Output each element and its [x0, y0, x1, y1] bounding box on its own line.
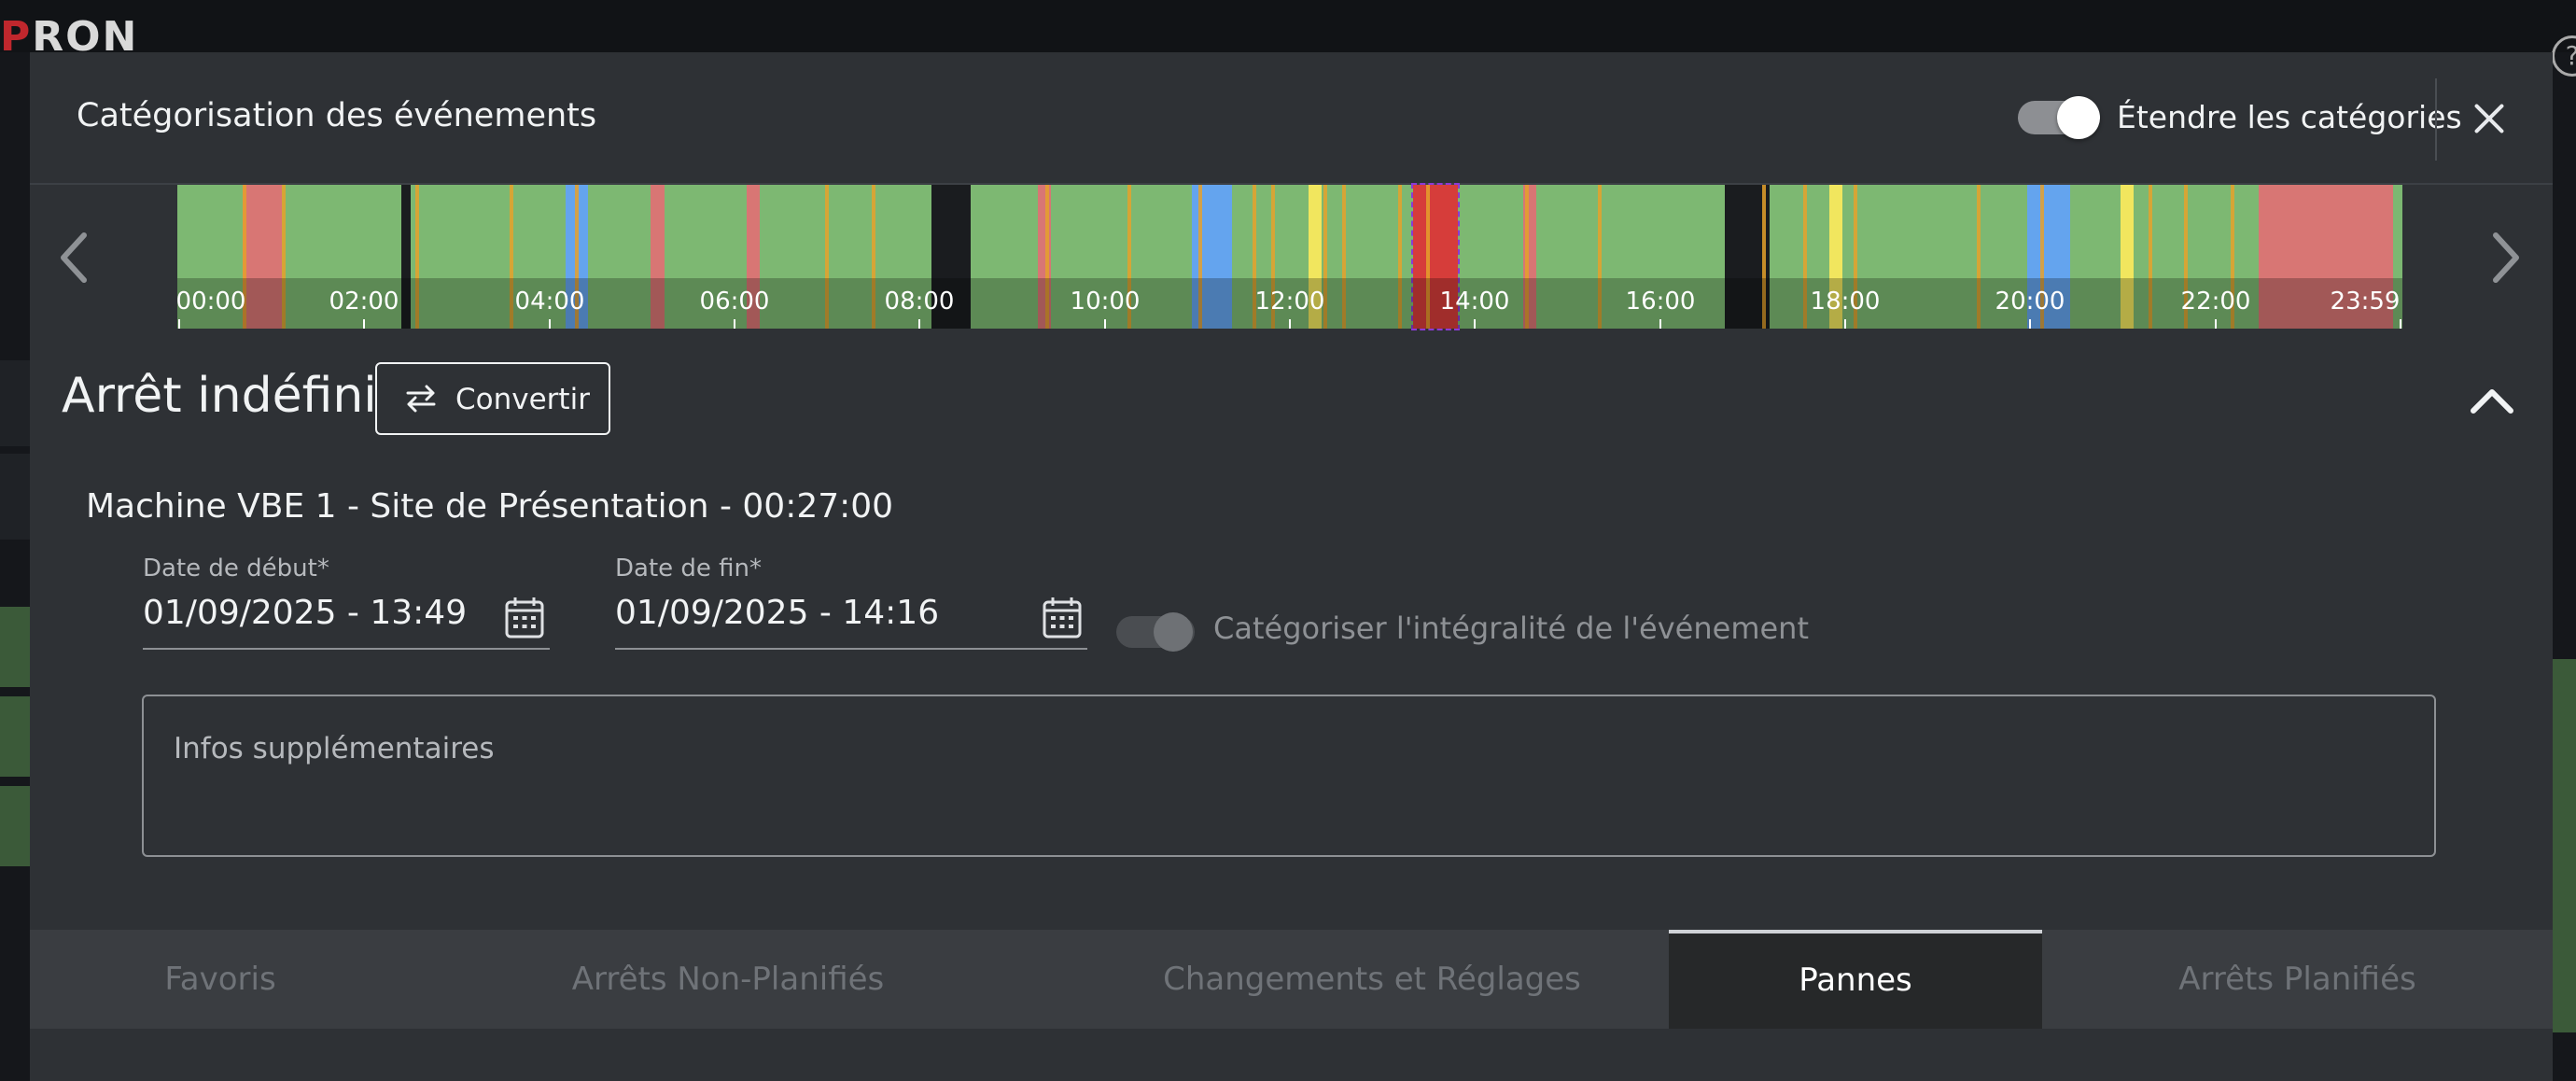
timeline-tick-label: 08:00: [884, 288, 955, 316]
background-panel: [0, 454, 30, 540]
calendar-icon[interactable]: [1042, 596, 1083, 640]
tab-arrets-planifies[interactable]: Arrêts Planifiés: [2042, 930, 2553, 1029]
timeline-tick-label: 23:59: [2330, 288, 2401, 316]
timeline-tick-label: 18:00: [1810, 288, 1881, 316]
tab-favoris[interactable]: Favoris: [30, 930, 411, 1029]
chevron-up-icon[interactable]: [2468, 381, 2516, 418]
tab-changements-reglages[interactable]: Changements et Réglages: [1045, 930, 1699, 1029]
swap-icon: [406, 385, 436, 413]
timeline-tick-label: 02:00: [329, 288, 399, 316]
chevron-right-icon[interactable]: [2475, 222, 2531, 293]
background-item: [0, 607, 30, 687]
timeline-tick-mark: [2215, 319, 2217, 329]
category-tabs: Favoris Arrêts Non-Planifiés Changements…: [30, 930, 2553, 1029]
timeline-tick-mark: [1659, 319, 1661, 329]
timeline-tick-label: 22:00: [2180, 288, 2251, 316]
extend-categories-toggle[interactable]: [2018, 96, 2100, 139]
start-date-input[interactable]: 01/09/2025 - 13:49: [143, 594, 467, 632]
timeline-tick-mark: [1104, 319, 1106, 329]
notes-textarea[interactable]: Infos supplémentaires: [142, 695, 2436, 857]
event-categorization-modal: Catégorisation des événements Étendre le…: [30, 52, 2553, 1081]
background-item: [0, 786, 30, 866]
event-type-title: Arrêt indéfini: [62, 368, 377, 424]
timeline-tick-mark: [178, 319, 180, 329]
convert-button[interactable]: Convertir: [375, 362, 610, 435]
tab-pannes[interactable]: Pannes: [1669, 930, 2042, 1029]
timeline-tick-mark: [549, 319, 551, 329]
categorize-full-event-label: Catégoriser l'intégralité de l'événement: [1213, 611, 1809, 646]
timeline-tick-label: 12:00: [1254, 288, 1325, 316]
timeline-section: 00:00 02:00 04:00 06:00 08:00 10:00 12:00 14:00…: [30, 183, 2553, 330]
calendar-icon[interactable]: [504, 596, 545, 640]
extend-categories-label: Étendre les catégories: [2117, 99, 2462, 135]
end-date-input[interactable]: 01/09/2025 - 14:16: [615, 594, 939, 632]
tab-content-area: [30, 1029, 2553, 1081]
end-date-label: Date de fin*: [615, 555, 763, 583]
modal-title: Catégorisation des événements: [77, 97, 597, 134]
background-panel: [0, 360, 30, 446]
machine-info: Machine VBE 1 - Site de Présentation - 0…: [86, 487, 894, 526]
timeline-tick-label: 20:00: [1995, 288, 2065, 316]
tab-arrets-non-planifies[interactable]: Arrêts Non-Planifiés: [411, 930, 1045, 1029]
start-date-label: Date de début*: [143, 555, 329, 583]
convert-button-label: Convertir: [455, 383, 590, 416]
timeline-tick-mark: [734, 319, 735, 329]
background-item: [0, 696, 30, 777]
close-icon[interactable]: [2466, 95, 2513, 142]
notes-placeholder: Infos supplémentaires: [174, 732, 495, 765]
chevron-left-icon[interactable]: [49, 222, 105, 293]
end-date-underline: [615, 648, 1087, 650]
timeline-tick-mark: [2029, 319, 2031, 329]
background-item: [2553, 659, 2576, 1032]
modal-header: Catégorisation des événements Étendre le…: [30, 52, 2553, 185]
header-divider: [2435, 78, 2437, 161]
categorize-full-event-toggle[interactable]: [1116, 612, 1195, 652]
timeline-tick-label: 00:00: [175, 288, 246, 316]
timeline-tick-mark: [363, 319, 365, 329]
event-timeline[interactable]: 00:00 02:00 04:00 06:00 08:00 10:00 12:00 14:00…: [175, 183, 2402, 330]
timeline-tick-label: 10:00: [1070, 288, 1141, 316]
timeline-tick-mark: [918, 319, 920, 329]
background-topbar: [0, 0, 2576, 52]
timeline-tick-mark: [1289, 319, 1291, 329]
timeline-tick-label: 14:00: [1439, 288, 1510, 316]
timeline-tick-mark: [2400, 319, 2401, 329]
toggle-knob: [2057, 96, 2100, 139]
toggle-knob: [1154, 612, 1193, 652]
timeline-tick-label: 16:00: [1625, 288, 1696, 316]
timeline-tick-label: 04:00: [514, 288, 585, 316]
start-date-underline: [143, 648, 550, 650]
timeline-tick-label: 06:00: [699, 288, 770, 316]
timeline-tick-mark: [1844, 319, 1846, 329]
timeline-tick-mark: [1474, 319, 1476, 329]
